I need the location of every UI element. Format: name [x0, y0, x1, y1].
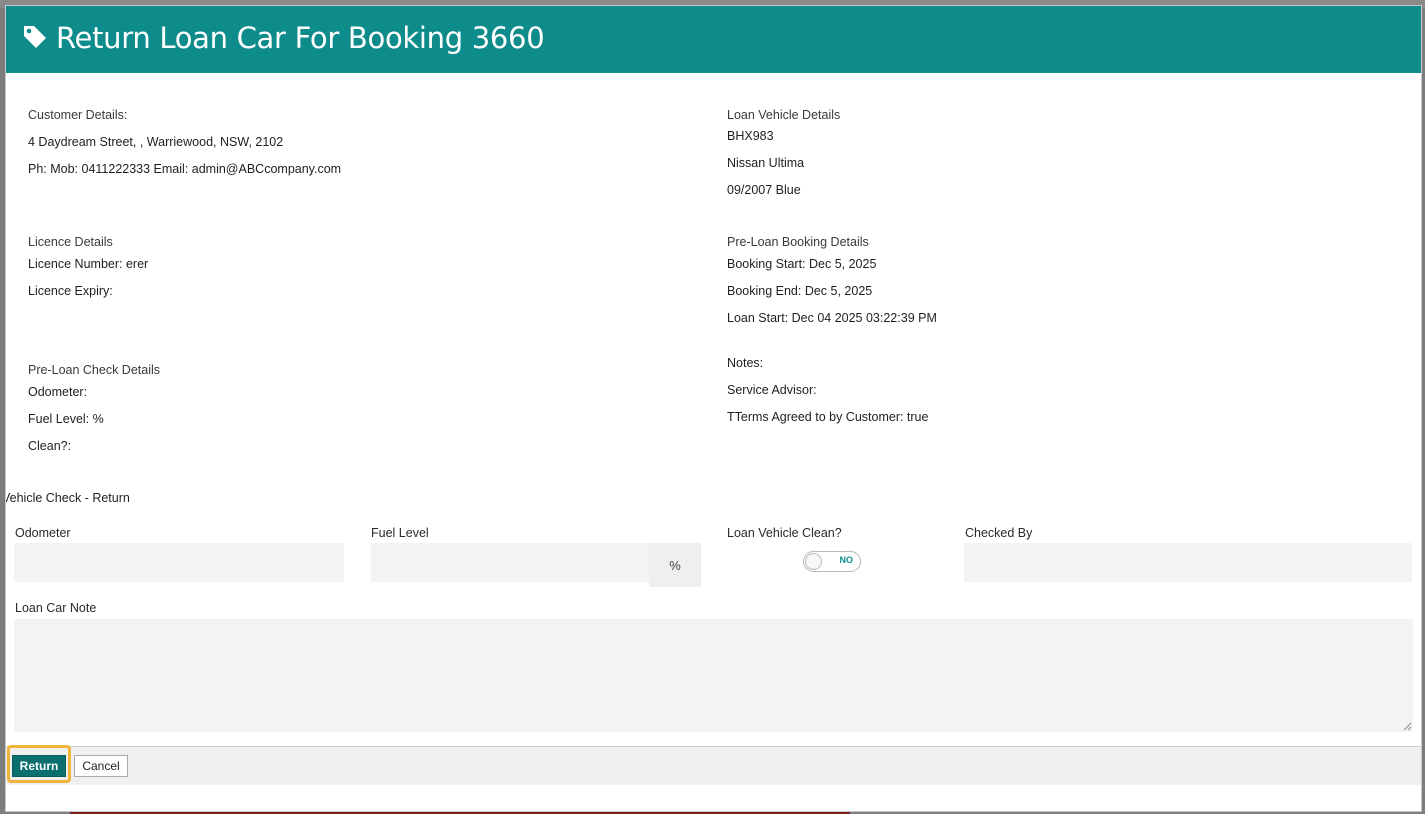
dialog-header: Return Loan Car For Booking 3660 — [6, 6, 1421, 73]
fuel-percent-addon: % — [649, 543, 701, 587]
dialog-title: Return Loan Car For Booking 3660 — [56, 21, 545, 55]
pre-loan-check-heading: Pre-Loan Check Details — [28, 363, 161, 377]
checked-by-input[interactable] — [964, 543, 1412, 582]
toggle-knob — [805, 553, 822, 570]
tag-icon — [24, 26, 46, 48]
customer-contact: Ph: Mob: 0411222333 Email: admin@ABCcomp… — [28, 162, 342, 176]
checked-by-label: Checked By — [965, 526, 1033, 540]
booking-start: Booking Start: Dec 5, 2025 — [727, 257, 877, 271]
resize-grip-icon[interactable] — [1403, 722, 1412, 731]
customer-details-heading: Customer Details: — [28, 108, 128, 122]
clean-toggle[interactable]: NO — [803, 551, 861, 572]
return-check-heading: Vehicle Check - Return — [5, 491, 130, 505]
toggle-state-label: NO — [839, 555, 854, 565]
customer-address: 4 Daydream Street, , Warriewood, NSW, 21… — [28, 135, 284, 149]
pre-check-odometer: Odometer: — [28, 385, 88, 399]
return-button[interactable]: Return — [12, 755, 66, 777]
loan-vehicle-clean-label: Loan Vehicle Clean? — [727, 526, 842, 540]
service-advisor: Service Advisor: — [727, 383, 817, 397]
loan-car-note-textarea[interactable] — [14, 619, 1413, 732]
loan-vehicle-model: Nissan Ultima — [727, 156, 805, 170]
fuel-level-input[interactable] — [371, 543, 649, 582]
odometer-input[interactable] — [14, 543, 344, 582]
licence-number: Licence Number: erer — [28, 257, 149, 271]
booking-details-heading: Pre-Loan Booking Details — [727, 235, 869, 249]
licence-expiry: Licence Expiry: — [28, 284, 113, 298]
pre-check-fuel: Fuel Level: % — [28, 412, 104, 426]
loan-vehicle-heading: Loan Vehicle Details — [727, 108, 841, 122]
pre-check-clean: Clean?: — [28, 439, 72, 453]
loan-start: Loan Start: Dec 04 2025 03:22:39 PM — [727, 311, 937, 325]
return-loan-car-dialog: Return Loan Car For Booking 3660 Custome… — [5, 5, 1422, 812]
booking-end: Booking End: Dec 5, 2025 — [727, 284, 873, 298]
terms-agreed: TTerms Agreed to by Customer: true — [727, 410, 929, 424]
odometer-label: Odometer — [15, 526, 71, 540]
licence-details-heading: Licence Details — [28, 235, 113, 249]
cancel-button[interactable]: Cancel — [74, 755, 128, 777]
dialog-footer: Return Cancel — [6, 745, 1421, 785]
loan-vehicle-rego: BHX983 — [727, 129, 774, 143]
notes-text: Notes: — [727, 356, 764, 370]
loan-vehicle-year-colour: 09/2007 Blue — [727, 183, 801, 197]
fuel-level-label: Fuel Level — [371, 526, 429, 540]
loan-car-note-label: Loan Car Note — [15, 601, 97, 615]
